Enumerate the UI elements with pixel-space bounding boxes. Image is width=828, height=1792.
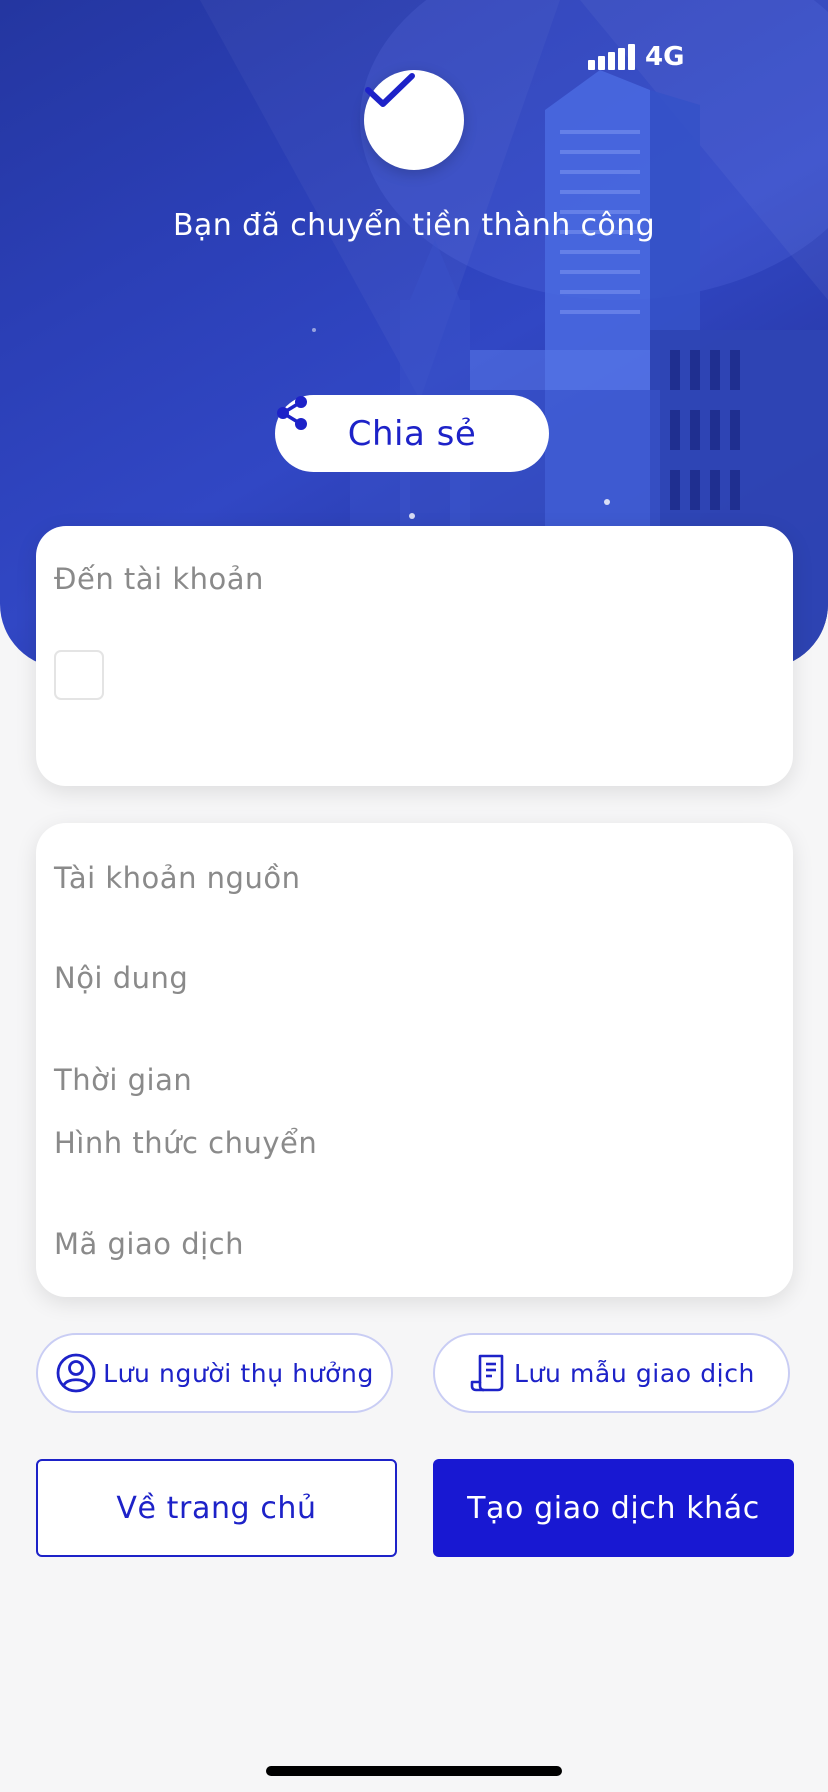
share-label: Chia sẻ bbox=[347, 413, 477, 454]
recipient-card: Đến tài khoản bbox=[36, 526, 793, 786]
receipt-icon bbox=[470, 1354, 504, 1392]
home-indicator[interactable] bbox=[266, 1766, 562, 1776]
transaction-details-card: Tài khoản nguồn Nội dung Thời gian Hình … bbox=[36, 823, 793, 1297]
status-bar: 4G bbox=[588, 42, 684, 72]
success-check-badge bbox=[364, 70, 464, 170]
success-message: Bạn đã chuyển tiền thành công bbox=[172, 208, 656, 243]
transfer-method-label: Hình thức chuyển bbox=[54, 1126, 318, 1160]
user-circle-icon bbox=[56, 1353, 96, 1393]
save-template-button[interactable]: Lưu mẫu giao dịch bbox=[433, 1333, 790, 1413]
save-beneficiary-label: Lưu người thụ hưởng bbox=[103, 1358, 374, 1388]
content-label: Nội dung bbox=[54, 961, 189, 995]
home-button[interactable]: Về trang chủ bbox=[36, 1459, 397, 1557]
time-label: Thời gian bbox=[54, 1063, 193, 1097]
checkmark-icon bbox=[365, 73, 415, 107]
signal-strength-icon bbox=[588, 44, 635, 70]
transaction-code-label: Mã giao dịch bbox=[54, 1227, 244, 1261]
bank-logo-placeholder bbox=[54, 650, 104, 700]
to-account-label: Đến tài khoản bbox=[54, 562, 264, 596]
new-transaction-button[interactable]: Tạo giao dịch khác bbox=[433, 1459, 794, 1557]
save-template-label: Lưu mẫu giao dịch bbox=[513, 1358, 755, 1388]
network-type: 4G bbox=[645, 42, 685, 72]
share-icon bbox=[277, 396, 307, 430]
share-button[interactable]: Chia sẻ bbox=[275, 395, 549, 472]
save-beneficiary-button[interactable]: Lưu người thụ hưởng bbox=[36, 1333, 393, 1413]
source-account-label: Tài khoản nguồn bbox=[54, 861, 301, 895]
